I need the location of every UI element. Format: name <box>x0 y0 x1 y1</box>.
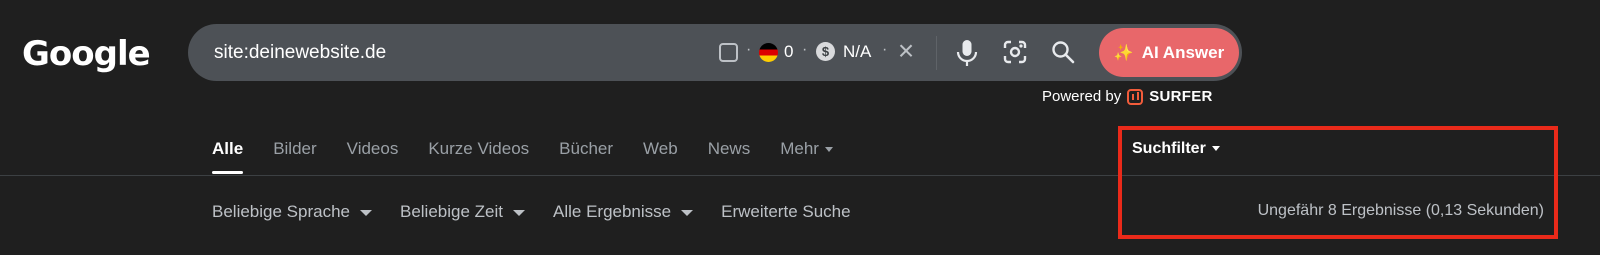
separator-dot: · <box>802 41 808 58</box>
caret-down-icon <box>359 209 372 216</box>
tab-mehr[interactable]: Mehr <box>780 139 833 175</box>
caret-down-icon <box>824 147 833 153</box>
close-icon[interactable]: × <box>894 37 918 65</box>
time-filter-dropdown[interactable]: Beliebige Zeit <box>400 202 525 222</box>
tab-videos[interactable]: Videos <box>347 139 399 175</box>
ai-answer-label: AI Answer <box>1141 42 1225 62</box>
tab-buecher[interactable]: Bücher <box>559 139 613 175</box>
search-tools: Beliebige Sprache Beliebige Zeit Alle Er… <box>212 202 879 222</box>
dollar-icon: $ <box>816 42 835 61</box>
tab-alle[interactable]: Alle <box>212 139 244 175</box>
separator-dot: · <box>746 41 752 58</box>
tab-news[interactable]: News <box>708 139 751 175</box>
search-tabs: Alle Bilder Videos Kurze Videos Bücher W… <box>212 139 863 175</box>
cost-value: N/A <box>843 42 872 61</box>
sparkle-icon: ✨ <box>1113 44 1134 62</box>
search-bar: · 0 · $ N/A · × ✨ AI Answer <box>188 24 1242 81</box>
extension-checkbox[interactable] <box>719 43 738 62</box>
tab-web[interactable]: Web <box>643 139 678 175</box>
powered-by-surfer[interactable]: Powered by SURFER <box>1042 88 1213 105</box>
surfer-logo-icon <box>1127 88 1144 105</box>
highlight-box <box>1118 126 1558 239</box>
search-icon[interactable] <box>1050 39 1076 65</box>
google-logo[interactable]: Google <box>22 34 151 74</box>
separator-dot: · <box>882 41 888 58</box>
language-filter-dropdown[interactable]: Beliebige Sprache <box>212 202 372 222</box>
powered-by-label: Powered by <box>1042 88 1122 105</box>
tab-kurze-videos[interactable]: Kurze Videos <box>428 139 529 175</box>
tab-bilder[interactable]: Bilder <box>273 139 316 175</box>
microphone-icon[interactable] <box>954 38 980 68</box>
caret-down-icon <box>513 209 525 216</box>
google-lens-icon[interactable] <box>1002 39 1028 65</box>
caret-down-icon <box>681 209 694 216</box>
ai-answer-button[interactable]: ✨ AI Answer <box>1099 28 1239 77</box>
advanced-search-link[interactable]: Erweiterte Suche <box>721 202 850 222</box>
divider <box>936 36 937 70</box>
flag-count: 0 <box>784 42 794 61</box>
germany-flag-icon <box>759 43 778 62</box>
search-input[interactable] <box>214 24 694 81</box>
surfer-brand: SURFER <box>1149 88 1213 105</box>
results-filter-dropdown[interactable]: Alle Ergebnisse <box>553 202 694 222</box>
